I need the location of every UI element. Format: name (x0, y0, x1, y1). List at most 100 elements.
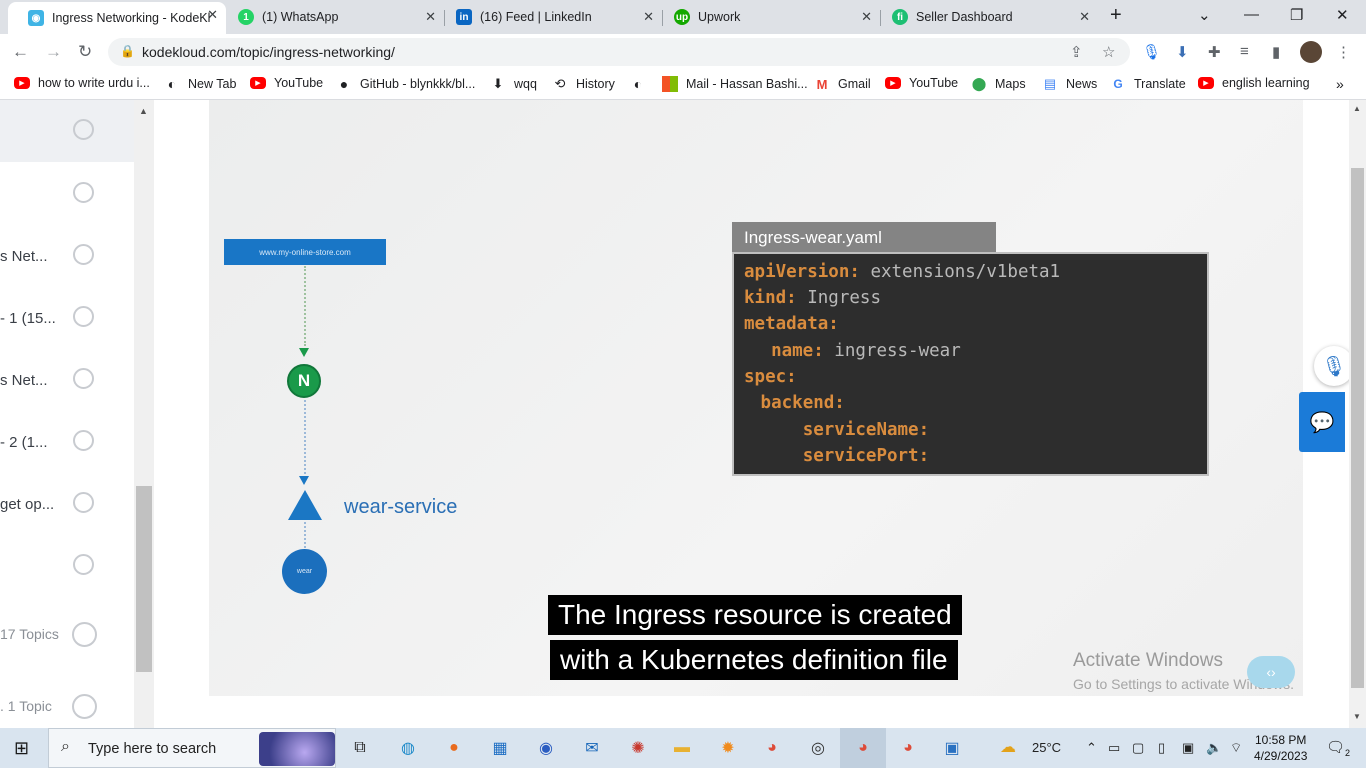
reload-icon[interactable]: ↻ (78, 42, 92, 62)
photos-icon[interactable]: ▣ (940, 736, 964, 760)
sidebar-scrollbar[interactable]: ▲ (134, 100, 154, 728)
tab-linkedin[interactable]: in (16) Feed | LinkedIn ✕ (436, 4, 662, 30)
bookmark-item[interactable]: ◐ (630, 76, 654, 92)
notification-icon[interactable]: 🗨2 (1326, 738, 1350, 758)
microphone-icon[interactable]: 🎙 (1314, 346, 1354, 386)
tab-fiverr[interactable]: fi Seller Dashboard ✕ (872, 4, 1098, 30)
voice-extension-icon[interactable]: 🎙 (1142, 43, 1161, 61)
sidebar-topic-item[interactable]: s Net... (0, 360, 134, 400)
minimize-icon[interactable]: — (1244, 6, 1259, 23)
tab-kodekloud[interactable]: ◉ Ingress Networking - KodeKl ✕ (8, 2, 226, 34)
close-icon[interactable]: ✕ (207, 7, 218, 23)
wifi-icon[interactable]: ⌔ (1230, 740, 1242, 756)
completion-circle[interactable] (73, 119, 94, 140)
sidebar-topic-item[interactable]: 17 Topics (0, 616, 134, 656)
bookmark-item[interactable]: ▶ english learning (1198, 76, 1310, 90)
downloader-extension-icon[interactable]: ⬇ (1176, 43, 1189, 61)
bookmark-star-icon[interactable]: ☆ (1102, 43, 1115, 61)
firefox-icon[interactable]: ● (442, 736, 466, 760)
completion-circle[interactable] (72, 694, 97, 719)
new-tab-button[interactable]: + (1110, 4, 1122, 27)
bookmark-item[interactable]: ▶ YouTube (885, 76, 958, 90)
bookmark-item[interactable]: ● GitHub - blynkkk/bl... (336, 76, 476, 92)
close-icon[interactable]: ✕ (425, 9, 436, 25)
more-bookmarks-icon[interactable]: » (1336, 76, 1344, 92)
bookmark-item[interactable]: ⬇ wqq (490, 76, 537, 92)
bookmark-item[interactable]: G Translate (1110, 76, 1185, 92)
lock-icon[interactable]: 🔒 (120, 44, 135, 58)
volume-icon[interactable]: 🔈 (1206, 740, 1222, 756)
bookmark-item[interactable]: ▶ YouTube (250, 76, 323, 90)
windows-start-icon[interactable]: ⊞ (14, 738, 29, 759)
code-cloud-icon[interactable]: ‹› (1247, 656, 1295, 688)
completion-circle[interactable] (72, 622, 97, 647)
mail-icon[interactable]: ✉ (580, 736, 604, 760)
sidebar-topic-item[interactable] (0, 111, 134, 151)
bookmark-item[interactable]: ⬤ Maps (971, 76, 1026, 92)
device-icon[interactable]: ▯ (1158, 740, 1165, 756)
sidebar-scroll-thumb[interactable] (136, 486, 152, 672)
sidebar-topic-item[interactable]: - 1 (15... (0, 298, 134, 338)
close-icon[interactable]: ✕ (861, 9, 872, 25)
weather-temp[interactable]: 25°C (1032, 740, 1061, 755)
chat-icon[interactable]: 💬 (1299, 392, 1345, 452)
bookmark-item[interactable]: ◐ New Tab (164, 76, 237, 92)
completion-circle[interactable] (73, 492, 94, 513)
tab-upwork[interactable]: up Upwork ✕ (654, 4, 880, 30)
task-view-icon[interactable]: ⧉ (348, 736, 372, 760)
sidebar-topic-item[interactable] (0, 546, 134, 586)
menu-icon[interactable]: ⋮ (1336, 43, 1351, 61)
chrome-profile-icon[interactable]: ◕ (896, 736, 920, 760)
page-scroll-thumb[interactable] (1351, 168, 1364, 688)
back-icon[interactable]: ← (12, 42, 29, 62)
completion-circle[interactable] (73, 182, 94, 203)
app-icon[interactable]: ✺ (626, 736, 650, 760)
bookmark-item[interactable]: ▤ News (1042, 76, 1097, 92)
completion-circle[interactable] (73, 306, 94, 327)
lesson-video[interactable]: www.my-online-store.com N wear-service w… (209, 100, 1303, 696)
completion-circle[interactable] (73, 244, 94, 265)
show-hidden-icons[interactable]: ⌃ (1086, 740, 1097, 756)
side-panel-icon[interactable]: ▮ (1272, 43, 1280, 61)
address-bar[interactable]: 🔒 kodekloud.com/topic/ingress-networking… (108, 38, 1130, 66)
skype-icon[interactable]: ◉ (534, 736, 558, 760)
restore-icon[interactable]: ❐ (1290, 6, 1303, 24)
taskbar-clock[interactable]: 10:58 PM 4/29/2023 (1254, 732, 1307, 764)
display-icon[interactable]: ▢ (1132, 740, 1144, 756)
completion-circle[interactable] (73, 554, 94, 575)
file-explorer-icon[interactable]: ▬ (670, 736, 694, 760)
taskbar-search-box[interactable]: ⌕ Type here to search (48, 728, 336, 768)
bookmark-item[interactable]: ▶ how to write urdu i... (14, 76, 150, 90)
settings-app-icon[interactable]: ✹ (716, 736, 740, 760)
url-text[interactable]: kodekloud.com/topic/ingress-networking/ (142, 44, 395, 60)
forward-icon[interactable]: → (45, 42, 62, 62)
chrome-icon[interactable]: ◕ (760, 736, 784, 760)
sidebar-topic-item[interactable]: - 2 (1... (0, 422, 134, 462)
bookmark-item[interactable]: M Gmail (814, 76, 871, 92)
battery-icon[interactable]: ▭ (1108, 740, 1120, 756)
completion-circle[interactable] (73, 430, 94, 451)
tab-search-icon[interactable]: ⌄ (1198, 6, 1211, 24)
bookmark-item[interactable]: Mail - Hassan Bashi... (662, 76, 808, 92)
scroll-up-icon[interactable]: ▲ (1353, 104, 1361, 113)
sidebar-topic-item[interactable]: . 1 Topic (0, 688, 134, 728)
scroll-up-icon[interactable]: ▲ (139, 106, 148, 116)
chrome-profile-icon[interactable]: ◕ (851, 736, 875, 760)
weather-icon[interactable]: ☁ (1000, 737, 1016, 757)
tab-whatsapp[interactable]: 1 (1) WhatsApp ✕ (218, 4, 444, 30)
sidebar-topic-item[interactable] (0, 174, 134, 214)
sidebar-topic-item[interactable]: s Net... (0, 236, 134, 276)
media-controls-icon[interactable]: ≡ (1240, 43, 1249, 60)
scroll-down-icon[interactable]: ▼ (1353, 712, 1361, 721)
bookmark-item[interactable]: ⟲ History (552, 76, 615, 92)
close-icon[interactable]: ✕ (1079, 9, 1090, 25)
edge-icon[interactable]: ◍ (396, 736, 420, 760)
completion-circle[interactable] (73, 368, 94, 389)
profile-avatar[interactable] (1300, 41, 1322, 63)
obs-icon[interactable]: ◎ (806, 736, 830, 760)
close-icon[interactable]: ✕ (643, 9, 654, 25)
sidebar-topic-item[interactable]: get op... (0, 484, 134, 524)
extensions-icon[interactable]: ✚ (1208, 43, 1221, 61)
share-icon[interactable]: ⇪ (1070, 43, 1083, 61)
page-scrollbar[interactable]: ▲ ▼ (1349, 100, 1366, 728)
